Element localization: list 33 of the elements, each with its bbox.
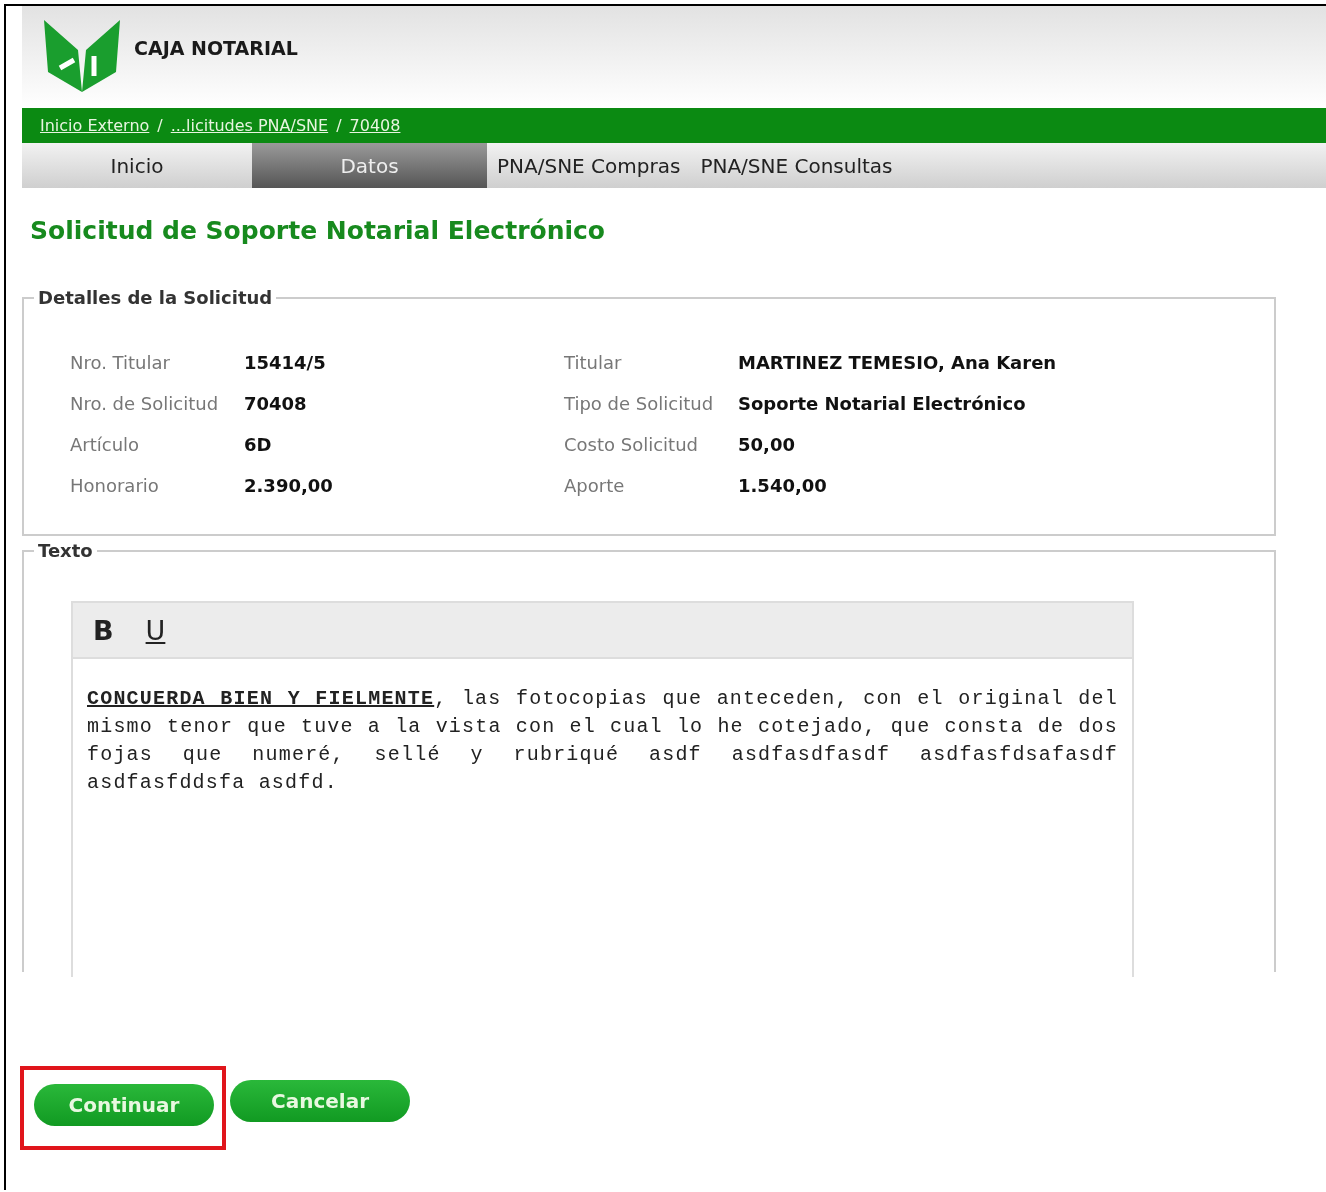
- underline-button[interactable]: U: [145, 614, 166, 646]
- section-legend: Texto: [34, 540, 97, 561]
- field-label: Artículo: [70, 434, 141, 455]
- nav-tab[interactable]: PNA/SNE Compras: [487, 143, 691, 188]
- breadcrumb-link[interactable]: ...licitudes PNA/SNE: [170, 116, 329, 135]
- bold-button[interactable]: B: [93, 614, 114, 646]
- field-label: Honorario: [70, 475, 160, 496]
- field-value: 1.540,00: [738, 475, 828, 496]
- field-value: 70408: [244, 393, 308, 414]
- logo-icon: [44, 20, 120, 94]
- field-label: Aporte: [564, 475, 626, 496]
- field-label: Titular: [564, 352, 623, 373]
- field-value: 2.390,00: [244, 475, 334, 496]
- section-legend: Detalles de la Solicitud: [34, 287, 277, 308]
- nav-tab[interactable]: PNA/SNE Consultas: [690, 143, 903, 188]
- nav-tab[interactable]: Inicio: [22, 143, 252, 188]
- field-value: Soporte Notarial Electrónico: [738, 393, 1027, 414]
- field-label: Nro. Titular: [70, 352, 171, 373]
- field-value: MARTINEZ TEMESIO, Ana Karen: [738, 352, 1058, 373]
- field-label: Costo Solicitud: [564, 434, 699, 455]
- breadcrumb-separator: /: [336, 116, 342, 135]
- breadcrumb-link[interactable]: Inicio Externo: [40, 116, 150, 135]
- breadcrumb-link[interactable]: 70408: [349, 116, 401, 135]
- page-title: Solicitud de Soporte Notarial Electrónico: [30, 216, 606, 245]
- field-value: 6D: [244, 434, 273, 455]
- field-label: Tipo de Solicitud: [564, 393, 715, 414]
- breadcrumb-separator: /: [157, 116, 163, 135]
- nav-tab[interactable]: Datos: [252, 143, 487, 188]
- field-value: 50,00: [738, 434, 796, 455]
- text-content[interactable]: CONCUERDA BIEN Y FIELMENTE, las fotocopias que anteceden, con el original del mismo tenor que tuve a la vista con el cual lo he cotejado, que consta de dos fojas que numeré, sellé y rubriqué asdf asdfasdfasdf asdfasfdsafasdf asdfasfddsfa asdfd.: [73, 659, 1132, 797]
- field-value: 15414/5: [244, 352, 327, 373]
- brand-name: CAJA NOTARIAL: [134, 37, 298, 59]
- field-label: Nro. de Solicitud: [70, 393, 220, 414]
